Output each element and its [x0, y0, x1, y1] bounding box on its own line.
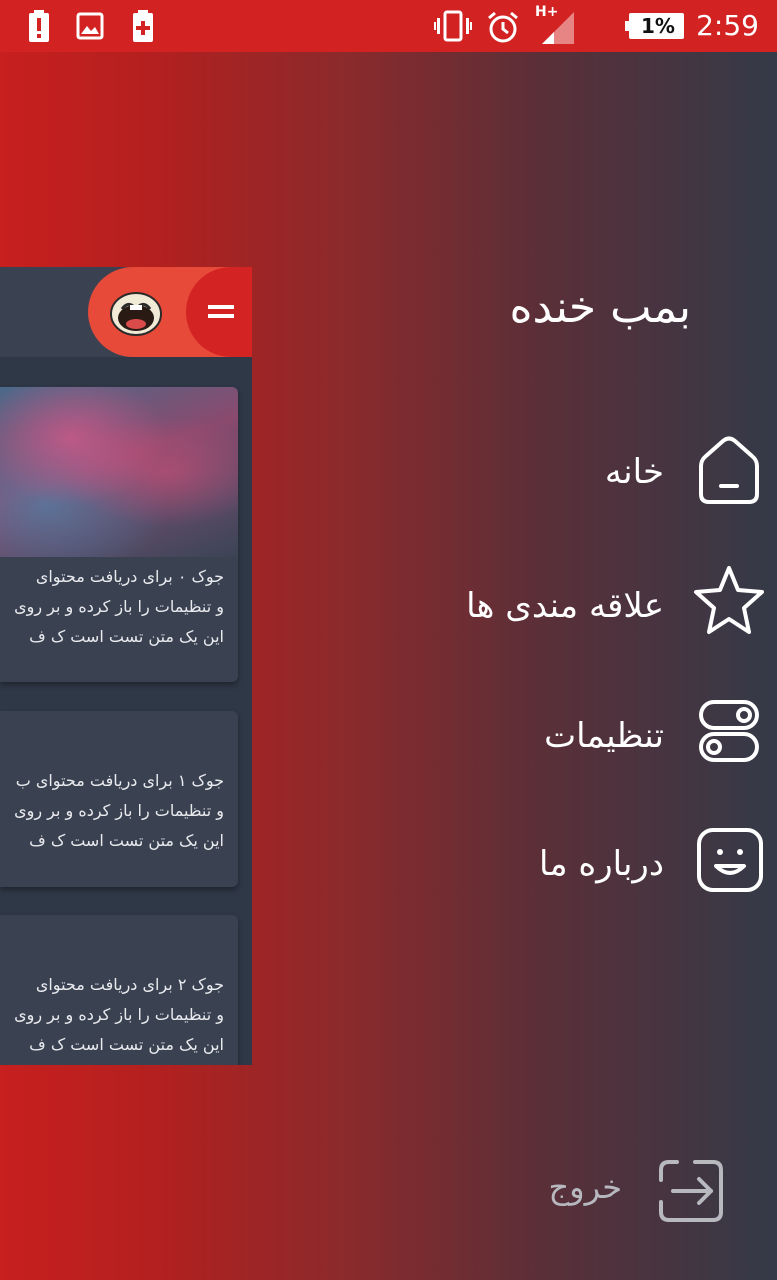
menu-item-favorites[interactable]: علاقه مندی ها — [0, 564, 777, 664]
menu-item-settings[interactable]: تنظیمات — [0, 694, 777, 794]
card-text-line: و تنظیمات را باز کرده و بر روی — [14, 1005, 224, 1024]
status-bar: H+ 1% 2:59 — [0, 0, 777, 52]
signal-icon — [542, 12, 574, 44]
menu-item-about[interactable]: درباره ما — [0, 822, 777, 922]
exit-icon[interactable] — [655, 1158, 725, 1224]
battery-percent: 1% — [641, 14, 675, 38]
vibrate-icon — [434, 10, 472, 42]
exit-label[interactable]: خروج — [548, 1168, 622, 1206]
card-text-line: این یک متن تست است ک ف — [29, 1035, 224, 1054]
menu-item-label: درباره ما — [539, 844, 664, 884]
menu-item-label: خانه — [604, 452, 664, 492]
main-screen-preview[interactable]: جوک ۰ برای دریافت محتوای و تنظیمات را با… — [0, 267, 252, 1065]
home-icon — [699, 436, 759, 504]
menu-icon[interactable] — [208, 303, 234, 321]
menu-item-label: تنظیمات — [544, 716, 664, 756]
card-text-line: و تنظیمات را باز کرده و بر روی — [14, 801, 224, 820]
app-title: بمب خنده — [509, 282, 692, 333]
clock: 2:59 — [696, 9, 759, 42]
joke-card[interactable]: جوک ۲ برای دریافت محتوای و تنظیمات را با… — [0, 915, 238, 1065]
image-icon — [76, 12, 104, 40]
toggle-icon — [699, 700, 759, 762]
battery-charging-icon — [133, 10, 153, 42]
star-icon — [694, 566, 764, 634]
card-text-line: جوک ۲ برای دریافت محتوای — [35, 975, 224, 994]
alarm-icon — [488, 11, 518, 43]
laughing-face-logo — [110, 292, 162, 336]
menu-item-home[interactable]: خانه — [0, 430, 777, 530]
smile-icon — [697, 828, 763, 892]
battery-alert-icon — [29, 10, 49, 42]
menu-item-label: علاقه مندی ها — [466, 586, 664, 626]
toolbar — [0, 267, 252, 357]
